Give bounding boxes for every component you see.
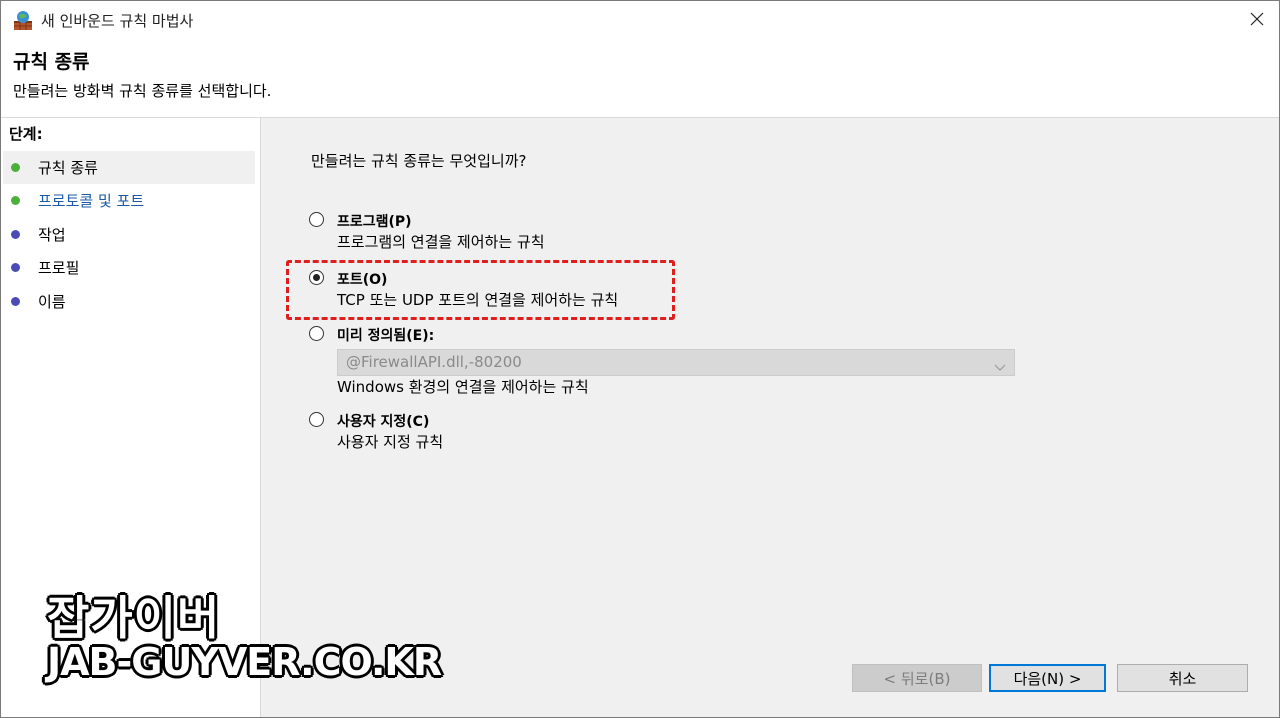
step-label: 프로토콜 및 포트 (38, 192, 145, 210)
port-option-label[interactable]: 포트(O) (337, 269, 387, 289)
main-panel: 만들려는 규칙 종류는 무엇입니까? 프로그램(P) 프로그램의 연결을 제어하… (261, 118, 1279, 717)
watermark-url: JAB-GUYVER.CO.KR (47, 640, 442, 684)
back-button[interactable]: < 뒤로(B) (852, 664, 982, 692)
firewall-app-icon (12, 9, 34, 31)
port-option-desc: TCP 또는 UDP 포트의 연결을 제어하는 규칙 (337, 291, 619, 309)
predefined-rule-select[interactable]: @FirewallAPI.dll,-80200 (337, 349, 1015, 376)
step-label: 프로필 (38, 259, 80, 277)
step-profile[interactable]: 프로필 (3, 251, 255, 284)
predefined-select-value: @FirewallAPI.dll,-80200 (346, 353, 522, 371)
step-status-dot-icon (11, 230, 20, 239)
step-protocol-ports[interactable]: 프로토콜 및 포트 (3, 184, 255, 217)
step-label: 규칙 종류 (38, 159, 98, 177)
title-bar: 새 인바운드 규칙 마법사 (1, 1, 1279, 39)
rule-type-question: 만들려는 규칙 종류는 무엇입니까? (311, 152, 527, 170)
custom-option-desc: 사용자 지정 규칙 (337, 433, 444, 451)
chevron-down-icon (994, 357, 1006, 376)
close-button[interactable] (1235, 1, 1279, 39)
program-option-label[interactable]: 프로그램(P) (337, 211, 412, 231)
step-status-dot-icon (11, 196, 20, 205)
cancel-button[interactable]: 취소 (1117, 664, 1248, 692)
page-title: 규칙 종류 (13, 51, 90, 73)
step-status-dot-icon (11, 163, 20, 172)
step-action[interactable]: 작업 (3, 218, 255, 251)
predefined-radio[interactable] (309, 326, 324, 341)
step-rule-type[interactable]: 규칙 종류 (3, 151, 255, 184)
steps-label: 단계: (9, 125, 43, 143)
window-title: 새 인바운드 규칙 마법사 (41, 12, 194, 30)
next-button[interactable]: 다음(N) > (989, 664, 1106, 692)
predefined-option-desc: Windows 환경의 연결을 제어하는 규칙 (337, 378, 589, 396)
watermark-title: 잡가이버 (47, 591, 221, 645)
step-name[interactable]: 이름 (3, 285, 255, 318)
program-option-desc: 프로그램의 연결을 제어하는 규칙 (337, 233, 545, 251)
program-radio[interactable] (309, 212, 324, 227)
custom-option-label[interactable]: 사용자 지정(C) (337, 411, 429, 431)
predefined-option-label[interactable]: 미리 정의됨(E): (337, 325, 434, 345)
step-status-dot-icon (11, 297, 20, 306)
close-icon (1250, 11, 1264, 30)
wizard-header: 규칙 종류 만들려는 방화벽 규칙 종류를 선택합니다. (1, 39, 1279, 118)
step-label: 작업 (38, 226, 66, 244)
step-status-dot-icon (11, 263, 20, 272)
custom-radio[interactable] (309, 412, 324, 427)
step-label: 이름 (38, 293, 66, 311)
port-radio[interactable] (309, 270, 324, 285)
page-subtitle: 만들려는 방화벽 규칙 종류를 선택합니다. (13, 82, 272, 100)
